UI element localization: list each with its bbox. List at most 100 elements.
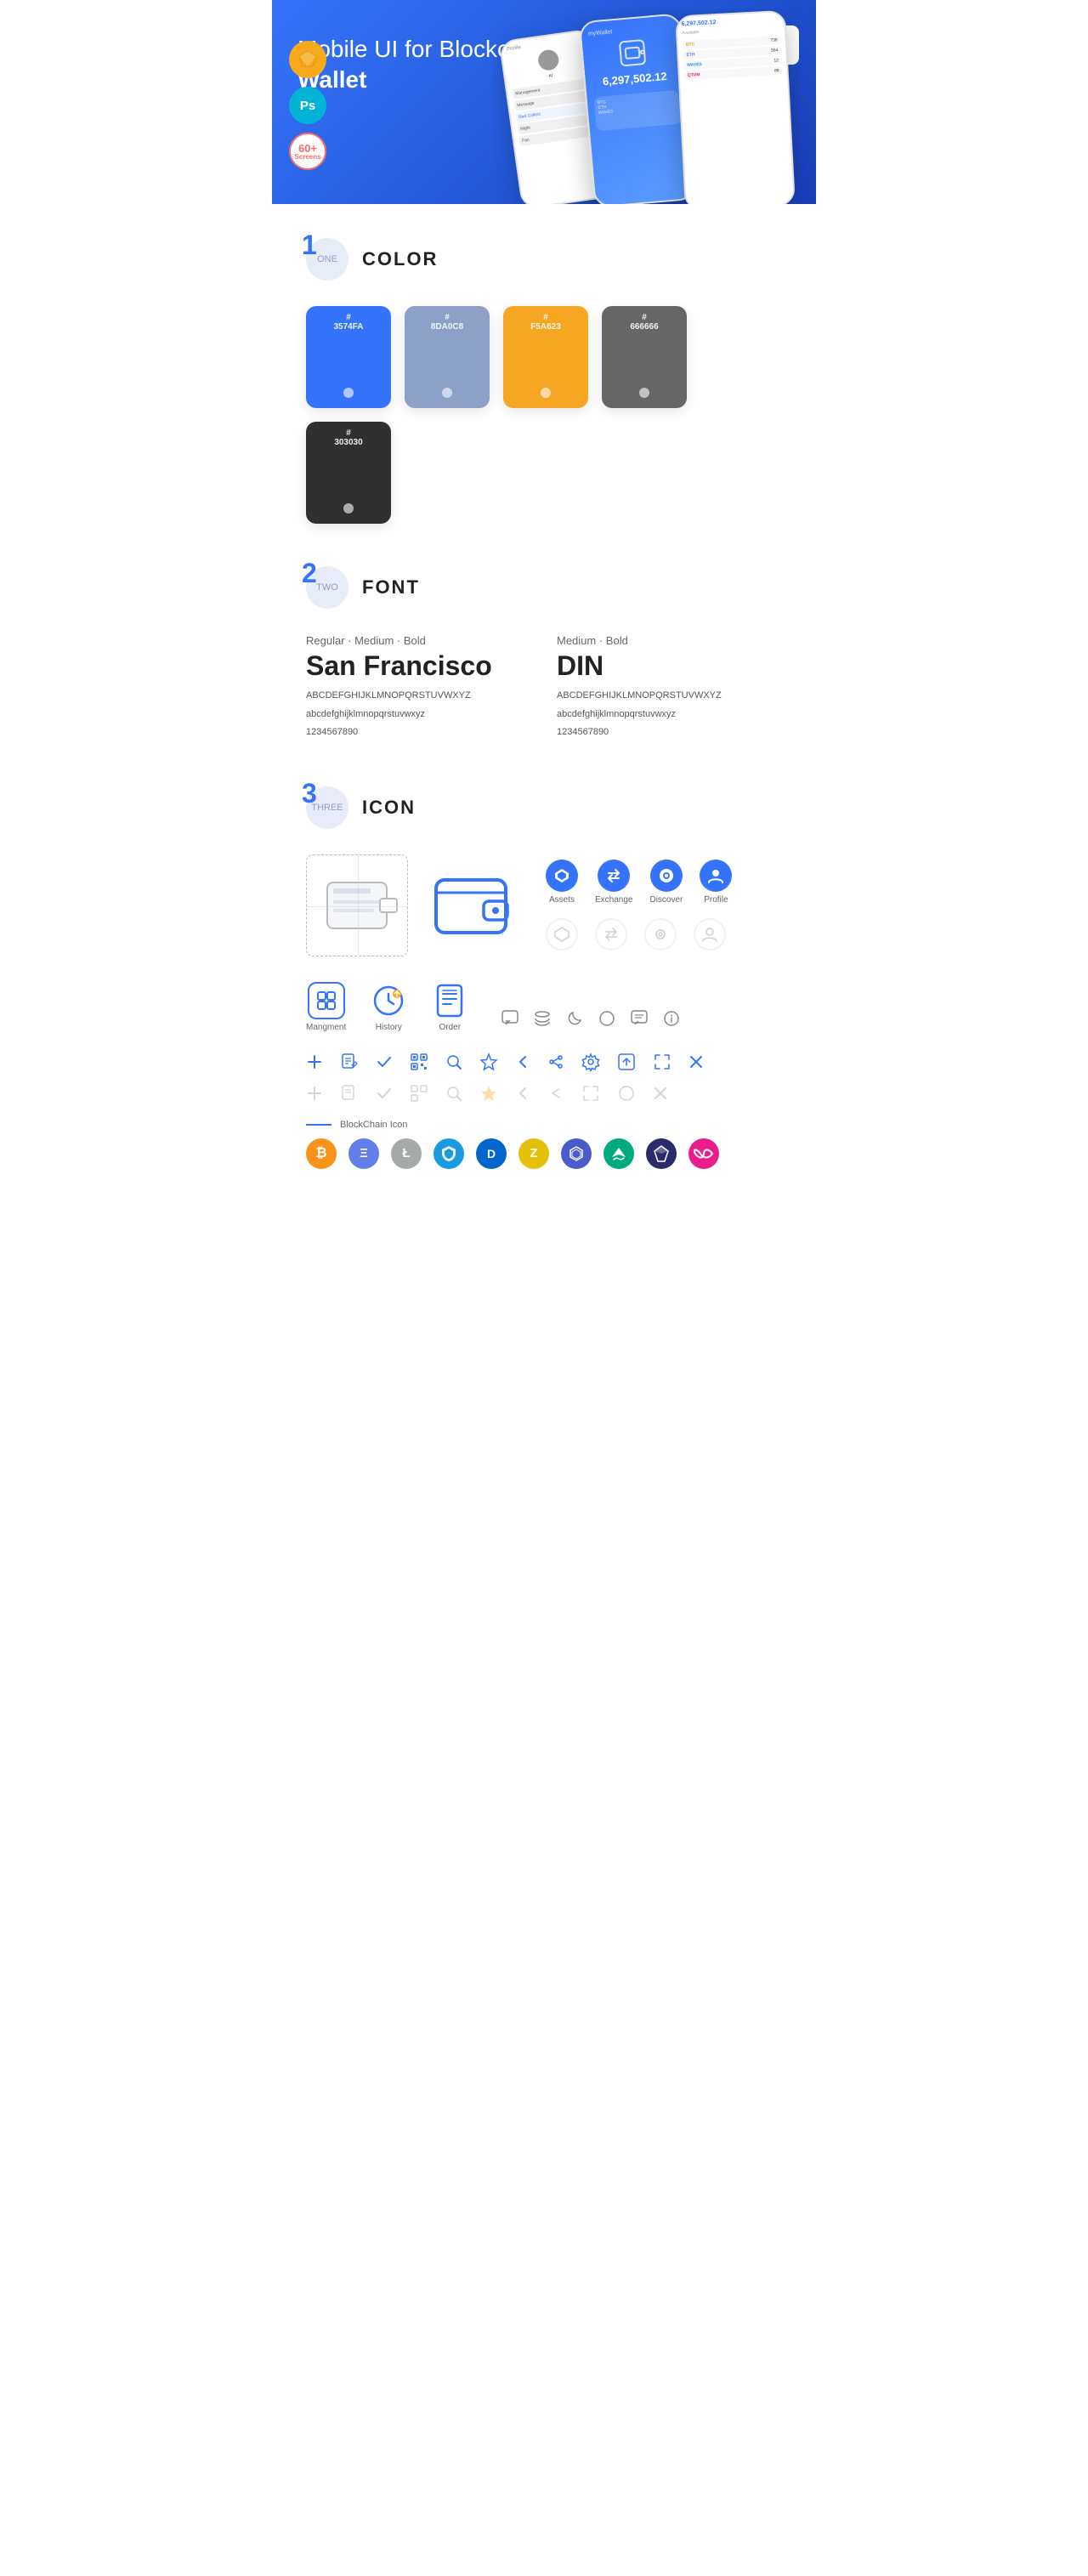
icon-section-header: THREE 3 ICON xyxy=(306,786,782,829)
order-icon xyxy=(431,982,468,1019)
color-swatches-container: #3574FA #8DA0C8 #F5A623 #666666 #303030 xyxy=(306,306,782,524)
chevron-left-icon xyxy=(515,1054,530,1074)
dash-icon: D xyxy=(476,1138,507,1169)
divider-line-element xyxy=(306,1124,332,1126)
color-section-number: ONE 1 xyxy=(306,238,348,281)
qr-icon xyxy=(410,1053,428,1075)
icon-section-title: ICON xyxy=(362,797,416,819)
order-icon-item: Order xyxy=(431,982,468,1032)
management-icon xyxy=(308,982,345,1019)
history-label: History xyxy=(376,1023,402,1032)
blockchain-divider: BlockChain Icon xyxy=(306,1120,782,1130)
phone-mockup-3: 6,297,502.12 Available BTC 738 ETH 564 W… xyxy=(675,10,796,204)
font-sf-lower: abcdefghijklmnopqrstuvwxyz xyxy=(306,707,531,723)
document-edit-icon xyxy=(340,1053,359,1075)
moon-icon xyxy=(565,1009,584,1032)
waves-icon xyxy=(604,1138,634,1169)
font-section-title: FONT xyxy=(362,576,420,599)
color-section-title: COLOR xyxy=(362,248,438,270)
icon-nav-row-filled: Assets Exchange Discover xyxy=(546,860,732,905)
color-swatch-dark: #303030 xyxy=(306,422,391,524)
settings-icon xyxy=(581,1053,600,1075)
discover-icon xyxy=(650,860,683,892)
layers-icon xyxy=(533,1009,552,1032)
circle-icon xyxy=(598,1009,616,1032)
profile-icon-item: Profile xyxy=(700,860,732,905)
sketch-badge xyxy=(289,41,326,78)
font-grid: Regular · Medium · Bold San Francisco AB… xyxy=(306,634,782,744)
utility-icons-row-ghost xyxy=(306,1084,782,1103)
assets-icon-item: Assets xyxy=(546,860,578,905)
exchange-icon-item: Exchange xyxy=(595,860,632,905)
screens-badge: 60+ Screens xyxy=(289,133,326,170)
main-content: ONE 1 COLOR #3574FA #8DA0C8 #F5A623 #666… xyxy=(272,204,816,1245)
bitcoin-icon: ₿ xyxy=(306,1138,337,1169)
icon-construction-row: Assets Exchange Discover xyxy=(306,854,782,956)
font-din-name: DIN xyxy=(557,650,782,682)
font-din-weight: Medium · Bold xyxy=(557,634,782,647)
blockchain-icons-row: ₿ Ξ Ł D Z xyxy=(306,1138,782,1169)
profile-icon-ghost xyxy=(694,918,726,950)
blockchain-section-label: BlockChain Icon xyxy=(340,1120,408,1130)
discover-label: Discover xyxy=(649,895,683,905)
star-icon xyxy=(479,1053,498,1075)
hero-section: Mobile UI for Blockchain Wallet UI Kit P… xyxy=(272,0,816,204)
discover-icon-item: Discover xyxy=(649,860,683,905)
color-section: ONE 1 COLOR #3574FA #8DA0C8 #F5A623 #666… xyxy=(306,238,782,524)
darkshield-icon xyxy=(434,1138,464,1169)
phone-mockups: Profile AI Management Message Red Collec… xyxy=(493,9,816,204)
search-icon xyxy=(445,1053,462,1075)
icon-final-wallet xyxy=(422,854,524,956)
font-sf: Regular · Medium · Bold San Francisco AB… xyxy=(306,634,531,744)
font-din-upper: ABCDEFGHIJKLMNOPQRSTUVWXYZ xyxy=(557,689,782,704)
profile-icon xyxy=(700,860,732,892)
bottom-nav-icons-row: Mangment History xyxy=(306,982,782,1032)
font-din-numbers: 1234567890 xyxy=(557,725,782,740)
exchange-icon-ghost xyxy=(595,918,627,950)
hero-badges-group: Ps 60+ Screens xyxy=(289,41,326,170)
management-icon-item: Mangment xyxy=(306,982,346,1032)
icon-section-number: THREE 3 xyxy=(306,786,348,829)
profile-label: Profile xyxy=(704,895,728,905)
font-din: Medium · Bold DIN ABCDEFGHIJKLMNOPQRSTUV… xyxy=(557,634,782,744)
order-label: Order xyxy=(439,1023,461,1032)
zcash-icon: Z xyxy=(518,1138,549,1169)
font-din-lower: abcdefghijklmnopqrstuvwxyz xyxy=(557,707,782,723)
font-sf-name: San Francisco xyxy=(306,650,531,682)
color-swatch-gray: #666666 xyxy=(602,306,687,408)
comment-icon xyxy=(630,1009,649,1032)
font-sf-numbers: 1234567890 xyxy=(306,725,531,740)
font-section: TWO 2 FONT Regular · Medium · Bold San F… xyxy=(306,566,782,744)
ethereum-icon: Ξ xyxy=(348,1138,379,1169)
assets-icon xyxy=(546,860,578,892)
font-section-header: TWO 2 FONT xyxy=(306,566,782,609)
hex-icon xyxy=(561,1138,592,1169)
font-section-number: TWO 2 xyxy=(306,566,348,609)
history-icon-item: History xyxy=(370,982,407,1032)
close-icon xyxy=(688,1054,704,1074)
diamond-icon xyxy=(646,1138,677,1169)
assets-icon-ghost xyxy=(546,918,578,950)
small-icons-row xyxy=(501,1009,681,1032)
color-section-header: ONE 1 COLOR xyxy=(306,238,782,281)
upload-icon xyxy=(617,1053,636,1075)
management-label: Mangment xyxy=(306,1023,346,1032)
info-icon xyxy=(662,1009,681,1032)
icon-nav-group: Assets Exchange Discover xyxy=(546,860,732,950)
litecoin-icon: Ł xyxy=(391,1138,422,1169)
assets-label: Assets xyxy=(549,895,575,905)
font-sf-upper: ABCDEFGHIJKLMNOPQRSTUVWXYZ xyxy=(306,689,531,704)
color-swatch-blue: #3574FA xyxy=(306,306,391,408)
share-icon xyxy=(547,1053,564,1075)
check-icon xyxy=(376,1053,393,1075)
icon-wireframe xyxy=(306,854,408,956)
chat-icon xyxy=(501,1009,519,1032)
utility-icons-row-1 xyxy=(306,1053,782,1075)
icon-nav-row-ghost xyxy=(546,918,732,950)
font-sf-weight: Regular · Medium · Bold xyxy=(306,634,531,647)
plus-icon xyxy=(306,1053,323,1075)
exchange-label: Exchange xyxy=(595,895,632,905)
color-swatch-orange: #F5A623 xyxy=(503,306,588,408)
exchange-icon xyxy=(598,860,630,892)
icon-section: THREE 3 ICON xyxy=(306,786,782,1169)
